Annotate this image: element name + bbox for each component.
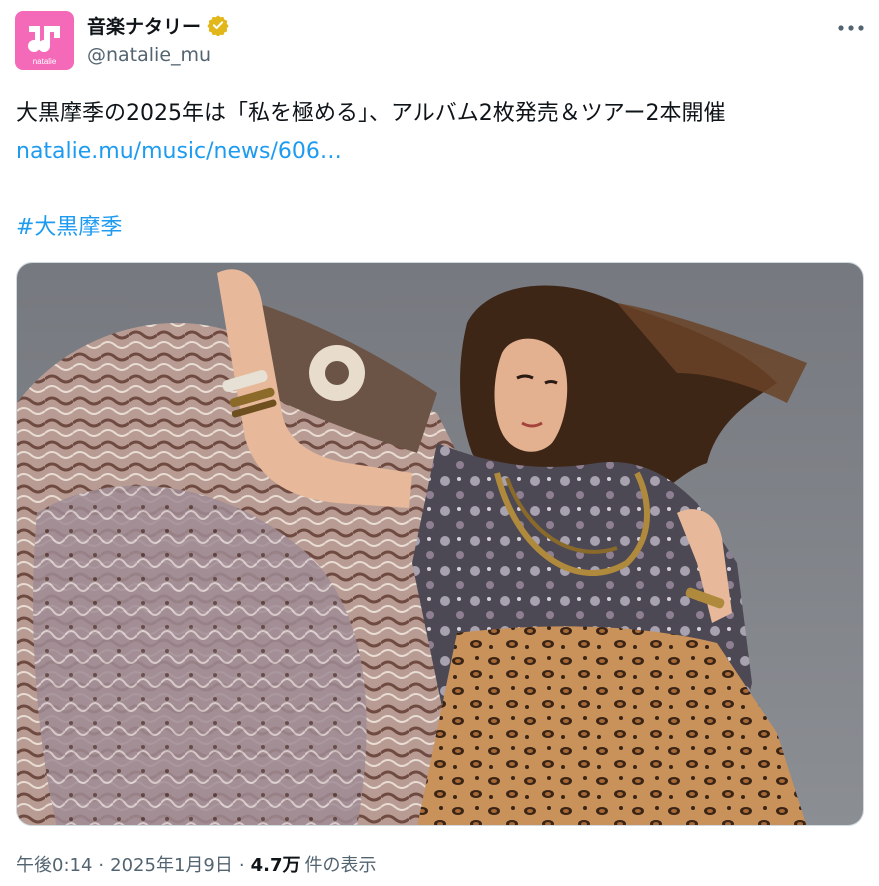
tweet-text: 大黒摩季の2025年は「私を極める」、アルバム2枚発売＆ツアー2本開催 nata… xyxy=(16,95,866,247)
author-handle[interactable]: @natalie_mu xyxy=(87,44,211,66)
avatar-caption: natalie xyxy=(33,57,57,66)
author-name-row: 音楽ナタリー xyxy=(87,11,229,39)
hashtag-link[interactable]: #大黒摩季 xyxy=(16,209,866,247)
more-horizontal-icon xyxy=(838,25,864,31)
views-count: 4.7万 xyxy=(250,855,301,876)
tweet-body-text: 大黒摩季の2025年は「私を極める」、アルバム2枚発売＆ツアー2本開催 xyxy=(16,101,726,126)
tweet-photo[interactable] xyxy=(16,262,864,826)
meta-separator: · xyxy=(238,855,245,876)
more-options-button[interactable] xyxy=(835,16,867,40)
tweet-date[interactable]: 2025年1月9日 xyxy=(110,851,233,877)
natalie-logo-icon: natalie xyxy=(15,11,74,70)
verified-badge-icon[interactable] xyxy=(207,14,229,36)
tweet-meta: 午後0:14 · 2025年1月9日 · 4.7万 件の表示 xyxy=(16,851,377,877)
tweet-card: natalie 音楽ナタリー @natalie_mu 大黒摩季の2025年は「私… xyxy=(0,0,879,886)
tweet-time[interactable]: 午後0:14 xyxy=(16,851,92,877)
avatar[interactable]: natalie xyxy=(15,11,74,70)
views-label: 件の表示 xyxy=(304,855,377,876)
meta-separator: · xyxy=(98,855,105,876)
display-name[interactable]: 音楽ナタリー xyxy=(87,12,201,39)
photo-artist-image xyxy=(17,263,863,825)
tweet-link[interactable]: natalie.mu/music/news/606… xyxy=(16,133,866,171)
